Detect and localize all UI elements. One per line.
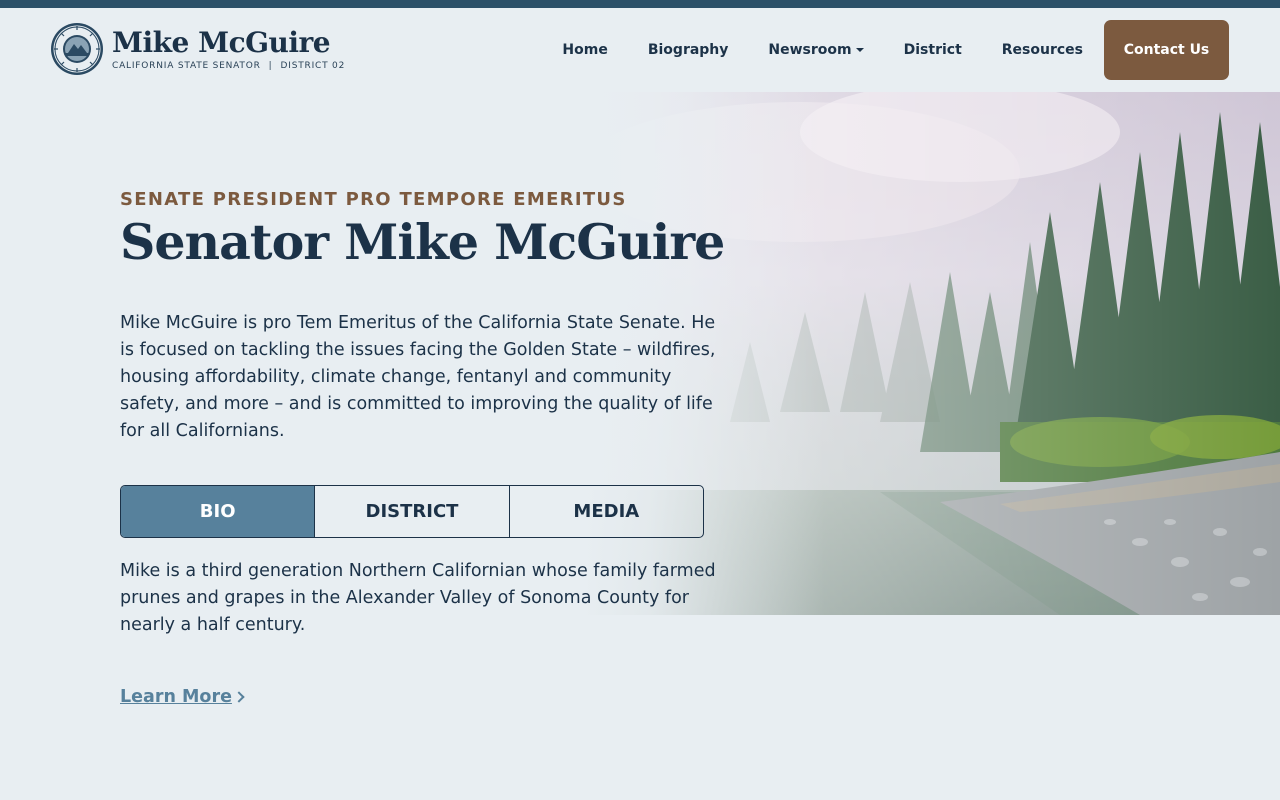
nav-item-label: Biography <box>647 42 729 58</box>
logo-sub-district: DISTRICT 02 <box>280 61 346 71</box>
site-logo[interactable]: Mike McGuire CALIFORNIA STATE SENATOR | DI… <box>50 22 345 76</box>
hero-eyebrow: SENATE PRESIDENT PRO TEMPORE EMERITUS <box>120 189 627 210</box>
logo-name: Mike McGuire <box>112 26 331 59</box>
site-header: Mike McGuire CALIFORNIA STATE SENATOR | DI… <box>0 8 1280 92</box>
info-tabs: BIO DISTRICT MEDIA <box>120 485 704 538</box>
logo-sub-title: CALIFORNIA STATE SENATOR <box>112 61 261 71</box>
tab-bio[interactable]: BIO <box>121 486 315 537</box>
main-nav: Home Biography Newsroom District Resourc… <box>542 20 1229 80</box>
tab-media[interactable]: MEDIA <box>508 486 703 537</box>
chevron-right-icon <box>233 691 245 703</box>
state-senate-seal-icon <box>51 23 103 75</box>
learn-more-link[interactable]: Learn More <box>120 687 245 707</box>
top-accent-stripe <box>0 0 1280 8</box>
logo-subtitle: CALIFORNIA STATE SENATOR | DISTRICT 02 <box>112 61 345 71</box>
nav-item-label: District <box>903 42 962 58</box>
bio-text: Mike is a third generation Northern Cali… <box>120 561 716 635</box>
tab-district[interactable]: DISTRICT <box>314 486 508 537</box>
logo-sub-separator: | <box>268 61 273 71</box>
nav-item-label: Home <box>562 42 608 58</box>
hero-intro: Mike McGuire is pro Tem Emeritus of the … <box>120 313 716 441</box>
nav-item-home[interactable]: Home <box>542 20 627 80</box>
contact-us-button[interactable]: Contact Us <box>1104 20 1229 80</box>
nav-item-district[interactable]: District <box>884 20 982 80</box>
nav-item-label: Resources <box>1001 42 1083 58</box>
nav-item-label: Newsroom <box>768 42 852 58</box>
page-title: Senator Mike McGuire <box>120 213 725 271</box>
nav-item-resources[interactable]: Resources <box>982 20 1103 80</box>
learn-more-label: Learn More <box>120 687 232 707</box>
caret-down-icon <box>855 48 864 52</box>
nav-item-biography[interactable]: Biography <box>628 20 749 80</box>
nav-item-newsroom[interactable]: Newsroom <box>748 20 883 80</box>
